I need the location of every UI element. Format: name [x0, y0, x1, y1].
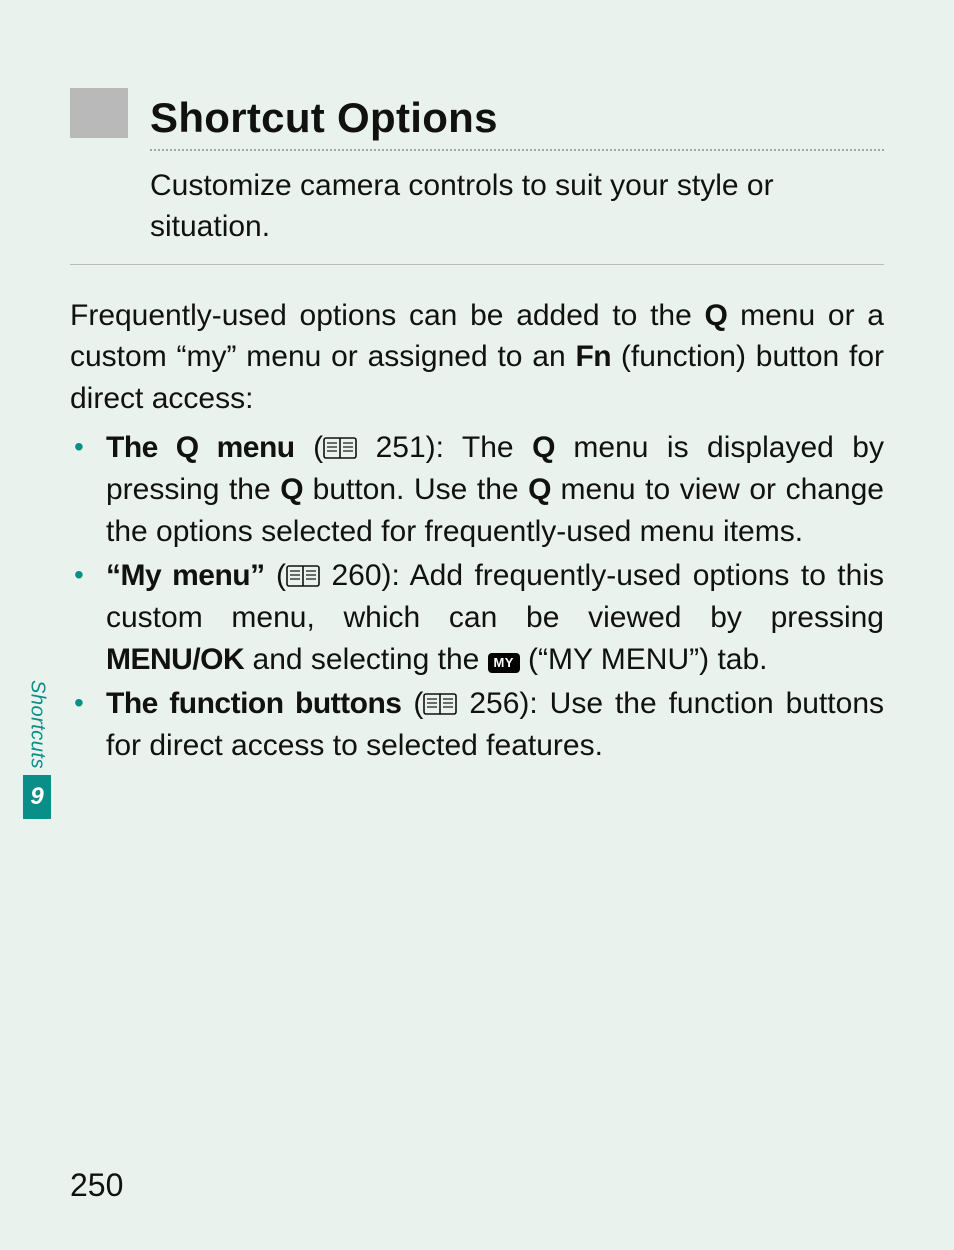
text: 251): The — [357, 431, 532, 464]
bullet-item-q-menu: The Q menu ( 251): The Q menu is display… — [70, 427, 884, 553]
open-paren: ( — [265, 559, 286, 592]
bullet-item-my-menu: “My menu” ( 260): Add frequently-used op… — [70, 555, 884, 681]
bullet-item-function-buttons: The function buttons ( 256): Use the fun… — [70, 683, 884, 767]
section-rule — [70, 264, 884, 265]
bullet-label: “My menu” — [106, 559, 265, 592]
intro-paragraph: Frequently-used options can be added to … — [70, 295, 884, 419]
title-row: Shortcut Options — [70, 88, 884, 144]
menu-ok-label: MENU/OK — [106, 643, 244, 676]
text: Frequently-used options can be added to … — [70, 299, 705, 332]
fn-label: Fn — [575, 340, 611, 373]
side-tab: Shortcuts 9 — [23, 680, 51, 819]
open-paren: ( — [295, 431, 323, 464]
open-paren: ( — [401, 687, 423, 720]
text: button. Use the — [303, 473, 528, 506]
q-label: Q — [705, 299, 728, 332]
page-subtitle: Customize camera controls to suit your s… — [150, 165, 884, 248]
page-title: Shortcut Options — [150, 96, 498, 144]
dotted-rule — [150, 148, 884, 151]
q-label: Q — [280, 473, 303, 506]
book-icon — [286, 564, 320, 588]
section-block-icon — [70, 88, 128, 138]
bullet-list: The Q menu ( 251): The Q menu is display… — [70, 427, 884, 767]
page-number: 250 — [70, 1167, 123, 1204]
book-icon — [323, 436, 357, 460]
bullet-label: The Q menu — [106, 431, 295, 464]
side-chapter-label: Shortcuts — [26, 680, 49, 775]
my-menu-chip-icon: MY — [488, 653, 520, 673]
book-icon — [423, 692, 457, 716]
q-label: Q — [528, 473, 551, 506]
bullet-label: The function buttons — [106, 687, 401, 720]
q-label: Q — [532, 431, 555, 464]
text: and selecting the — [244, 643, 488, 676]
side-chapter-number: 9 — [23, 775, 51, 819]
text: (“MY MENU”) tab. — [520, 643, 768, 676]
manual-page: Shortcut Options Customize camera contro… — [0, 0, 954, 1250]
